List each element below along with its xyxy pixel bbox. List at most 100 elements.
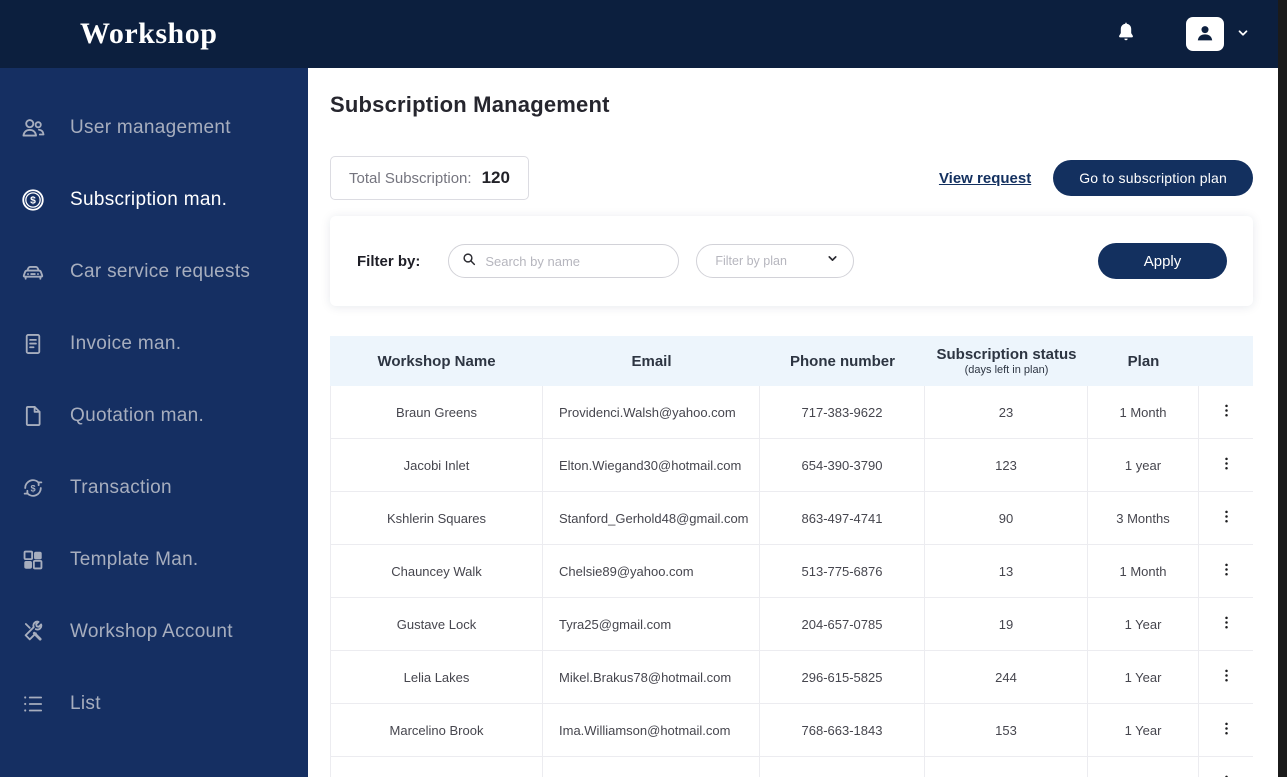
- cell-plan: 1 Year: [1088, 598, 1199, 650]
- cell-status: 123: [925, 439, 1088, 491]
- cell-phone: 513-775-6876: [760, 545, 925, 597]
- row-actions-button[interactable]: [1199, 386, 1253, 438]
- table-row: Kshlerin Squares Stanford_Gerhold48@gmai…: [330, 492, 1253, 545]
- sidebar-item-label: Subscription man.: [70, 189, 228, 210]
- kebab-menu-icon: [1219, 773, 1234, 777]
- cell-workshop-name: Marcelino Brook: [330, 704, 543, 756]
- row-actions-button[interactable]: [1199, 492, 1253, 544]
- row-actions-button[interactable]: [1199, 439, 1253, 491]
- svg-text:$: $: [30, 196, 36, 207]
- row-actions-button[interactable]: [1199, 545, 1253, 597]
- bell-icon: [1114, 21, 1138, 48]
- cell-status: 244: [925, 651, 1088, 703]
- search-field: [448, 244, 680, 278]
- view-request-link[interactable]: View request: [939, 170, 1031, 187]
- column-header-status-subtitle: (days left in plan): [964, 364, 1049, 376]
- svg-text:$: $: [30, 483, 35, 493]
- chevron-down-icon: [1236, 26, 1250, 43]
- sidebar-item-car-service-requests[interactable]: Car service requests: [0, 236, 308, 308]
- car-icon: [20, 259, 46, 285]
- search-icon: [461, 251, 477, 272]
- topbar-actions: [1114, 17, 1250, 51]
- cell-plan: 1 Year: [1088, 704, 1199, 756]
- cell-plan: 3 Months: [1088, 757, 1199, 777]
- sidebar-item-subscription-man[interactable]: $ Subscription man.: [0, 164, 308, 236]
- chevron-down-icon: [826, 252, 839, 270]
- cell-status: 23: [925, 386, 1088, 438]
- row-actions-button[interactable]: [1199, 704, 1253, 756]
- sidebar-item-label: Quotation man.: [70, 405, 205, 426]
- user-avatar-button[interactable]: [1186, 17, 1224, 51]
- filter-bar: Filter by: Filter by plan Apply: [330, 216, 1253, 306]
- kebab-menu-icon: [1219, 561, 1234, 581]
- cell-phone: 204-657-0785: [760, 598, 925, 650]
- total-subscription-box: Total Subscription: 120: [330, 156, 529, 200]
- search-input[interactable]: [485, 253, 667, 269]
- cell-phone: 717-383-9622: [760, 386, 925, 438]
- cell-email: Ima.Williamson@hotmail.com: [543, 704, 760, 756]
- cell-plan: 1 year: [1088, 439, 1199, 491]
- cell-plan: 1 Month: [1088, 545, 1199, 597]
- summary-row: Total Subscription: 120 View request Go …: [330, 156, 1253, 200]
- app-logo: Workshop: [80, 17, 218, 50]
- cell-email: Gregory_Hayes@yahoo.com: [543, 757, 760, 777]
- apply-button[interactable]: Apply: [1098, 243, 1227, 279]
- cell-phone: 296-615-5825: [760, 651, 925, 703]
- table-body: Braun Greens Providenci.Walsh@yahoo.com …: [330, 386, 1253, 777]
- kebab-menu-icon: [1219, 667, 1234, 687]
- cell-email: Mikel.Brakus78@hotmail.com: [543, 651, 760, 703]
- sidebar-item-transaction[interactable]: $ Transaction: [0, 452, 308, 524]
- sidebar-item-invoice-man[interactable]: Invoice man.: [0, 308, 308, 380]
- list-icon: [20, 691, 46, 717]
- cell-plan: 1 Year: [1088, 651, 1199, 703]
- plan-filter-placeholder: Filter by plan: [715, 254, 787, 268]
- dollar-circle-icon: $: [20, 187, 46, 213]
- sidebar-item-quotation-man[interactable]: Quotation man.: [0, 380, 308, 452]
- dollar-arrows-icon: $: [20, 475, 46, 501]
- cell-workshop-name: Gustave Lock: [330, 598, 543, 650]
- cell-status: 153: [925, 704, 1088, 756]
- row-actions-button[interactable]: [1199, 651, 1253, 703]
- page-icon: [20, 403, 46, 429]
- go-to-subscription-plan-button[interactable]: Go to subscription plan: [1053, 160, 1253, 196]
- cell-phone: 654-390-3790: [760, 439, 925, 491]
- kebab-menu-icon: [1219, 614, 1234, 634]
- cell-email: Providenci.Walsh@yahoo.com: [543, 386, 760, 438]
- notifications-button[interactable]: [1114, 21, 1138, 48]
- sidebar-item-user-management[interactable]: User management: [0, 92, 308, 164]
- sidebar-item-label: Workshop Account: [70, 621, 233, 642]
- sidebar-item-label: Invoice man.: [70, 333, 182, 354]
- invoice-document-icon: [20, 331, 46, 357]
- column-header-phone: Phone number: [789, 352, 895, 370]
- column-header-workshop-name: Workshop Name: [377, 352, 496, 370]
- cell-plan: 3 Months: [1088, 492, 1199, 544]
- subscription-table: Workshop Name Email Phone number Subscri…: [330, 336, 1253, 777]
- sidebar-item-workshop-account[interactable]: Workshop Account: [0, 596, 308, 668]
- account-menu-toggle[interactable]: [1236, 26, 1250, 43]
- cell-phone: 404-264-4244: [760, 757, 925, 777]
- plan-filter-dropdown[interactable]: Filter by plan: [696, 244, 855, 278]
- cell-workshop-name: Kshlerin Squares: [330, 492, 543, 544]
- row-actions-button[interactable]: [1199, 757, 1253, 777]
- column-header-subscription-status: Subscription status (days left in plan): [936, 346, 1077, 376]
- table-row: Jacobi Inlet Elton.Wiegand30@hotmail.com…: [330, 439, 1253, 492]
- page-scrollbar[interactable]: [1278, 0, 1287, 777]
- sidebar-item-template-man[interactable]: Template Man.: [0, 524, 308, 596]
- table-row: Lelia Lakes Mikel.Brakus78@hotmail.com 2…: [330, 651, 1253, 704]
- sidebar-item-label: Car service requests: [70, 261, 251, 282]
- column-header-email: Email: [631, 352, 672, 370]
- table-row: Braun Greens Providenci.Walsh@yahoo.com …: [330, 386, 1253, 439]
- avatar-person-icon: [1193, 21, 1217, 48]
- row-actions-button[interactable]: [1199, 598, 1253, 650]
- topbar: Workshop: [0, 0, 1278, 68]
- cell-phone: 863-497-4741: [760, 492, 925, 544]
- column-header-plan: Plan: [1127, 352, 1160, 370]
- page-title: Subscription Management: [330, 92, 610, 117]
- sidebar-item-label: Template Man.: [70, 549, 199, 570]
- sidebar-item-list[interactable]: List: [0, 668, 308, 740]
- cell-workshop-name: Chauncey Walk: [330, 545, 543, 597]
- cell-workshop-name: Jacobi Inlet: [330, 439, 543, 491]
- table-row: Marcelino Brook Ima.Williamson@hotmail.c…: [330, 704, 1253, 757]
- cell-status: 19: [925, 598, 1088, 650]
- kebab-menu-icon: [1219, 720, 1234, 740]
